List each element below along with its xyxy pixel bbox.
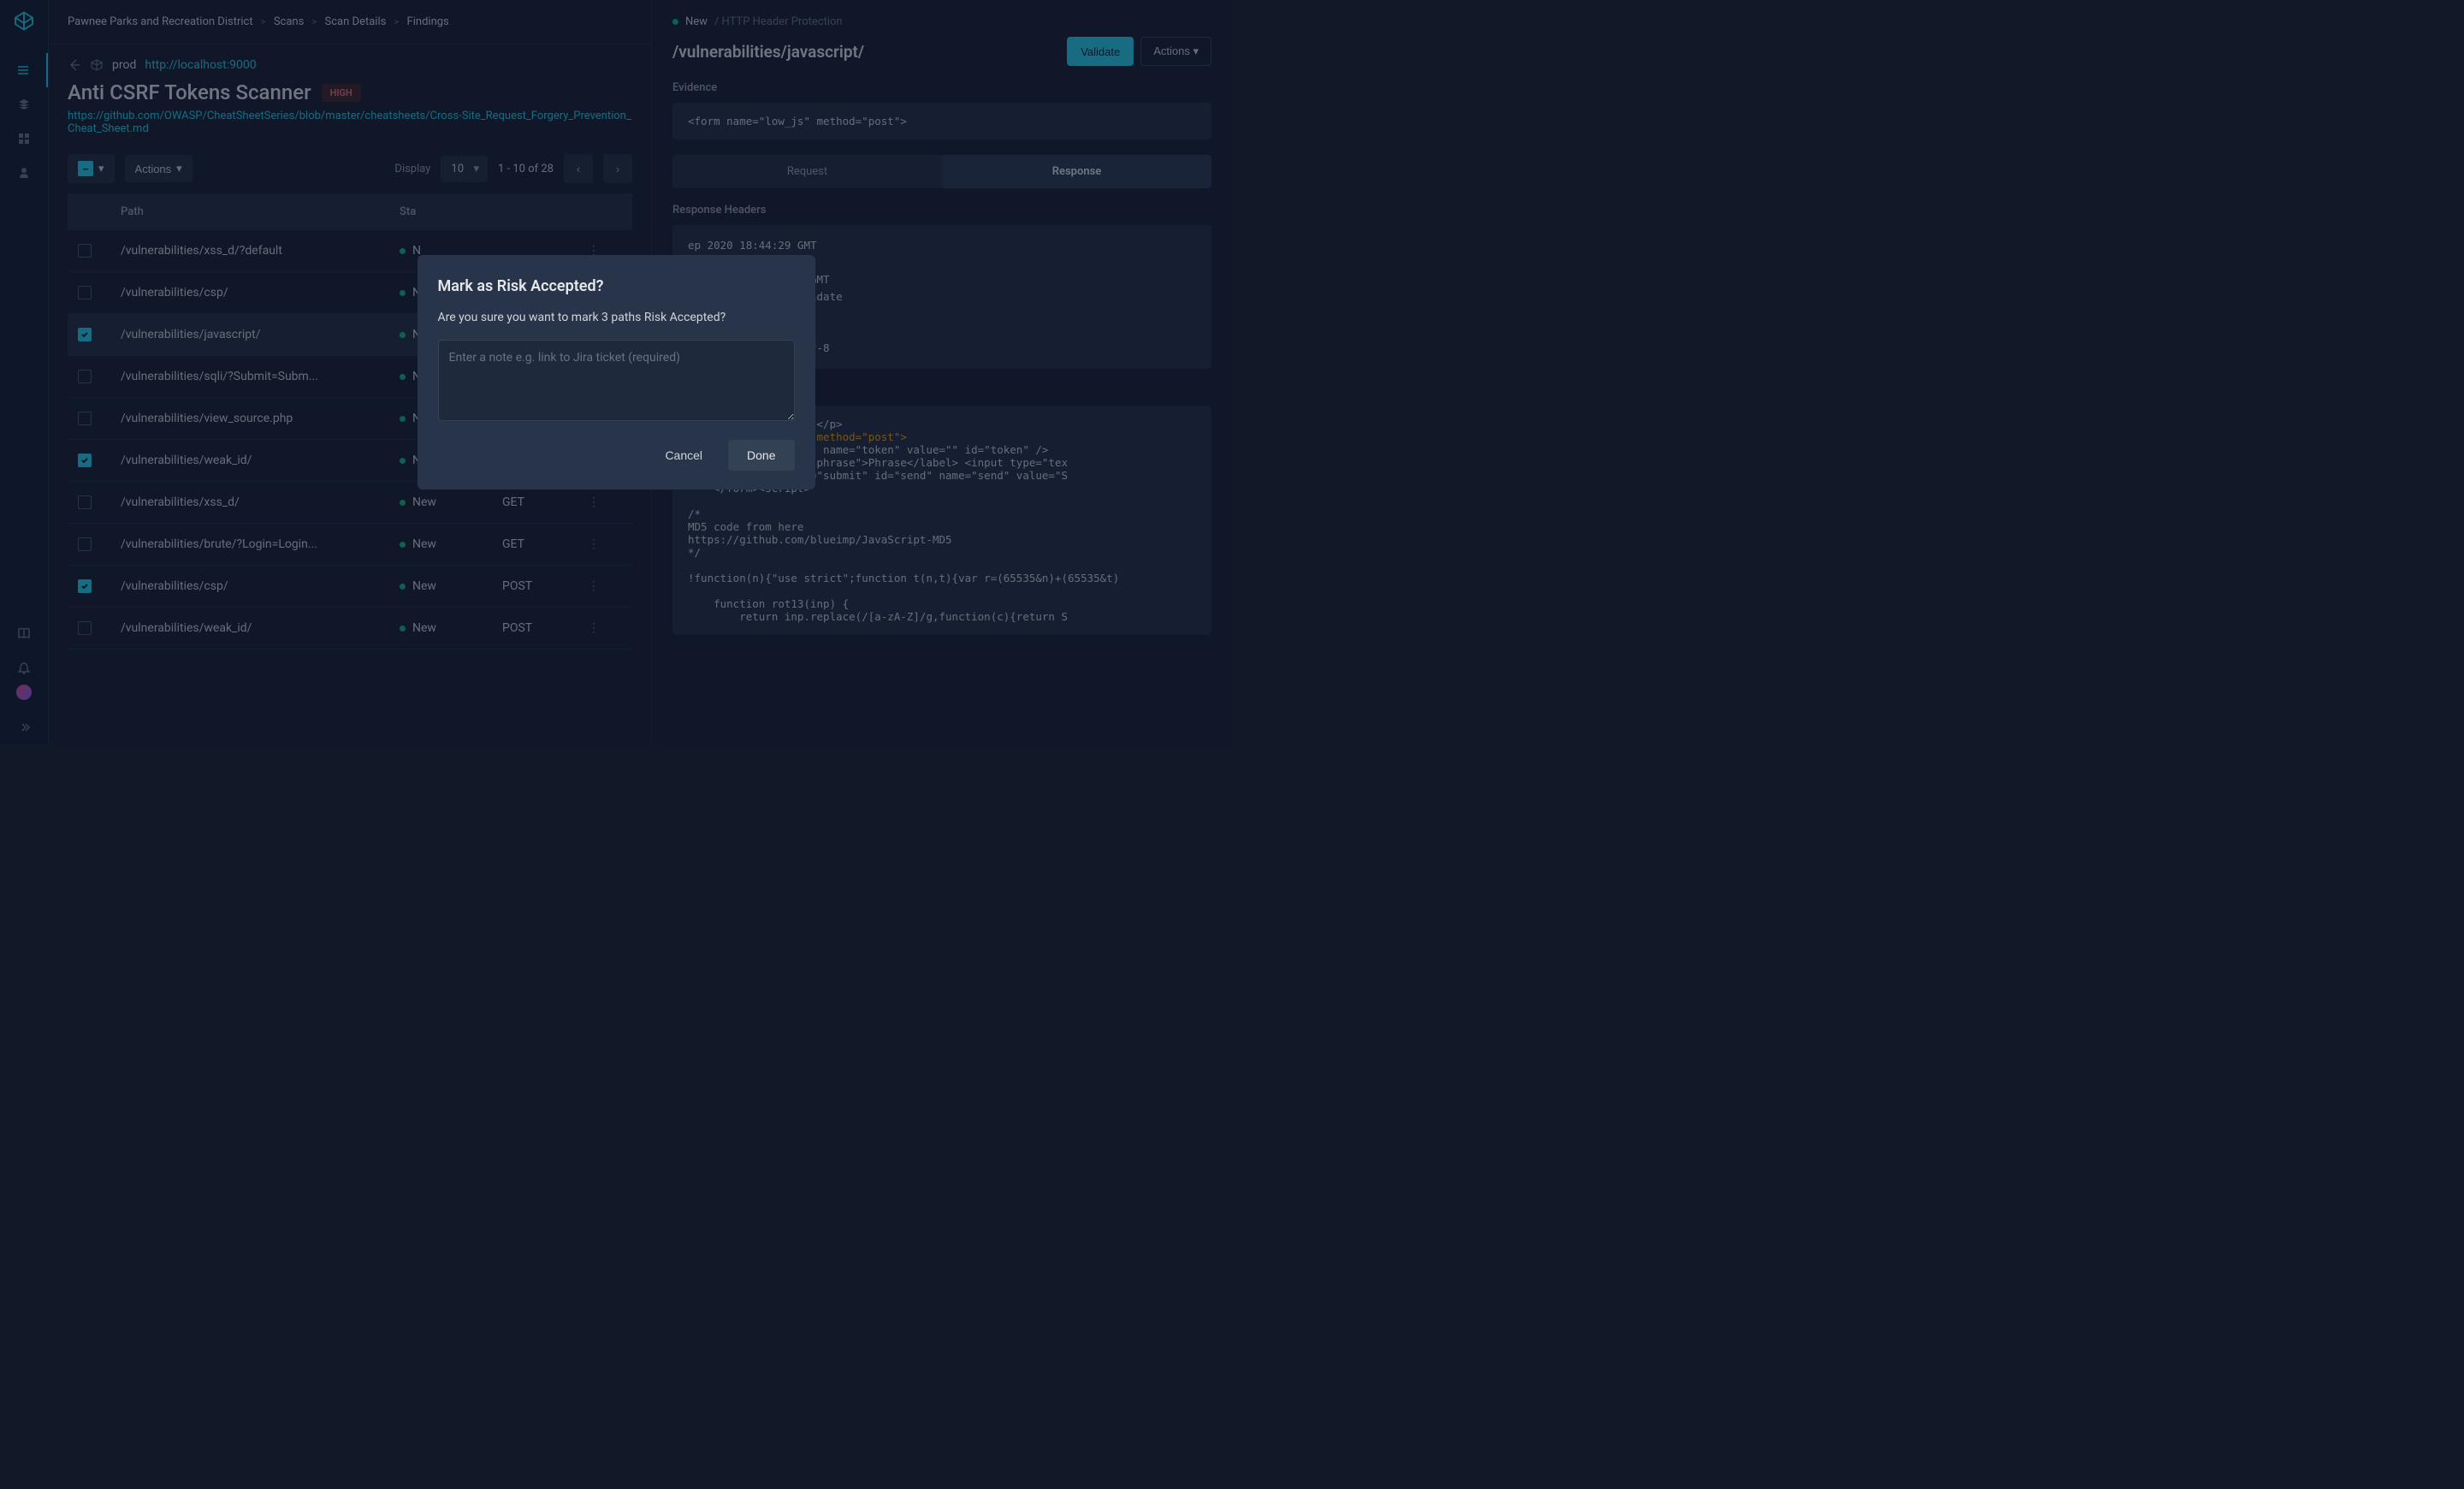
modal-overlay[interactable]: Mark as Risk Accepted? Are you sure you … [0,0,1232,744]
done-button[interactable]: Done [728,440,794,471]
modal-text: Are you sure you want to mark 3 paths Ri… [438,311,795,324]
modal: Mark as Risk Accepted? Are you sure you … [418,255,815,489]
modal-title: Mark as Risk Accepted? [438,277,795,295]
modal-note-input[interactable] [438,340,795,421]
cancel-button[interactable]: Cancel [649,440,718,471]
